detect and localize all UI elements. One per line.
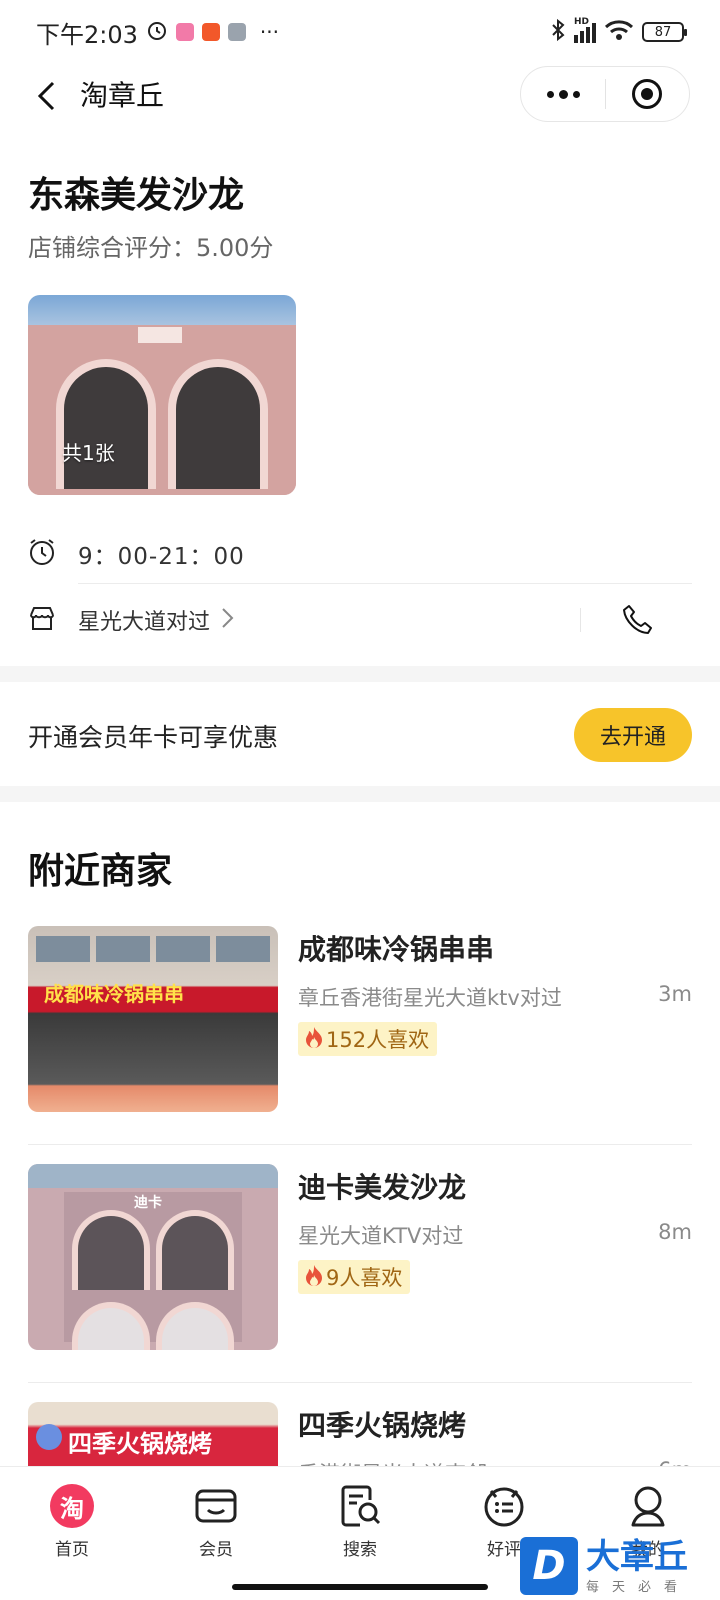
building-image (28, 325, 296, 495)
likes-badge: 9人喜欢 (298, 1260, 411, 1294)
tab-search[interactable]: 搜索 (288, 1467, 432, 1570)
section-gap (0, 786, 720, 802)
more-options-button[interactable] (521, 66, 605, 122)
search-doc-icon (337, 1483, 383, 1529)
member-promo-text: 开通会员年卡可享优惠 (28, 723, 279, 752)
watermark-subtitle: 每天必看 (586, 1579, 691, 1595)
good-review-icon (481, 1483, 527, 1529)
address-text: 星光大道对过 (78, 610, 211, 635)
profile-icon (625, 1483, 671, 1529)
shop-sign-text: 成都味冷锅串串 (44, 982, 184, 1006)
nearby-shop-item[interactable]: 成都味冷锅串串 成都味冷锅串串 章丘香港街星光大道ktv对过 3m 152人喜欢 (28, 926, 692, 1112)
tiktok-icon (227, 23, 246, 41)
shop-distance: 8m (658, 1220, 692, 1244)
tab-member[interactable]: 会员 (144, 1467, 288, 1570)
shop-rating: 店铺综合评分：5.00分 (28, 234, 274, 262)
shop-thumbnail: 成都味冷锅串串 (28, 926, 278, 1112)
shop-address: 章丘香港街星光大道ktv对过 (298, 986, 562, 1010)
member-card-icon (193, 1483, 239, 1529)
photo-count: 共1张 (62, 441, 115, 465)
clock-icon (28, 538, 56, 570)
likes-badge: 152人喜欢 (298, 1022, 438, 1056)
tab-label: 好评 (487, 1540, 521, 1560)
shop-address: 香港街星光大道南邻 (298, 1458, 487, 1466)
address-row[interactable]: 星光大道对过 (28, 596, 692, 644)
divider (28, 1144, 692, 1145)
app-notification-icon (201, 23, 220, 41)
tab-label: 搜索 (343, 1540, 377, 1560)
member-banner: 开通会员年卡可享优惠 去开通 (0, 684, 720, 784)
miniprogram-capsule (520, 66, 690, 122)
target-close-icon (632, 79, 663, 109)
tab-label: 首页 (55, 1540, 89, 1560)
shop-name: 迪卡美发沙龙 (298, 1171, 467, 1204)
shop-distance: 6m (658, 1458, 692, 1466)
fire-icon (304, 1263, 324, 1291)
app-notification-icon (175, 23, 194, 41)
shop-sign-text: 四季火锅烧烤 (68, 1430, 212, 1458)
status-time: 下午2:03 (36, 20, 138, 49)
back-button[interactable] (28, 78, 64, 114)
likes-count: 9人喜欢 (326, 1266, 403, 1290)
shop-thumbnail: 迪卡 (28, 1164, 278, 1350)
likes-count: 152人喜欢 (326, 1028, 430, 1052)
hd-label: HD (574, 17, 590, 27)
shop-name: 成都味冷锅串串 (298, 933, 495, 966)
shop-name: 四季火锅烧烤 (298, 1409, 467, 1442)
nearby-title: 附近商家 (28, 851, 173, 892)
nav-bar: 淘章丘 (0, 64, 720, 128)
tab-label: 会员 (199, 1540, 233, 1560)
shop-distance: 3m (658, 982, 692, 1006)
shop-photo[interactable]: 共1张 (28, 295, 296, 495)
store-icon (28, 604, 56, 636)
shop-sign-text: 迪卡 (134, 1195, 162, 1211)
shop-address: 星光大道KTV对过 (298, 1224, 464, 1248)
fire-icon (304, 1025, 324, 1053)
shop-name: 东森美发沙龙 (28, 175, 245, 216)
battery-icon: 87 (642, 22, 687, 42)
section-gap (0, 666, 720, 682)
nearby-shop-item[interactable]: 四季火锅烧烤 四季火锅烧烤 香港街星光大道南邻 6m (28, 1402, 692, 1466)
divider (78, 583, 692, 584)
hours-text: 9：00-21：00 (78, 544, 245, 570)
status-bar: 下午2:03 ··· HD 87 (0, 0, 720, 64)
watermark-logo: D 大章丘 每天必看 (520, 1532, 720, 1600)
watermark-title: 大章丘 (586, 1536, 688, 1577)
phone-icon (623, 605, 652, 634)
home-tao-icon: 淘 (49, 1483, 95, 1529)
watermark-logo-mark: D (520, 1537, 578, 1595)
open-membership-button[interactable]: 去开通 (574, 708, 692, 762)
phone-call-button[interactable] (618, 600, 658, 640)
chevron-right-icon (220, 606, 234, 634)
more-notifications: ··· (259, 20, 279, 44)
shop-thumbnail: 四季火锅烧烤 (28, 1402, 278, 1466)
nearby-shop-item[interactable]: 迪卡 迪卡美发沙龙 星光大道KTV对过 8m 9人喜欢 (28, 1164, 692, 1350)
signal-icon: HD (574, 17, 596, 43)
home-indicator[interactable] (232, 1584, 488, 1590)
wifi-icon (604, 19, 634, 45)
chevron-left-icon (37, 81, 55, 111)
divider (28, 1382, 692, 1383)
close-miniprogram-button[interactable] (606, 66, 689, 122)
page-title: 淘章丘 (80, 79, 165, 112)
bluetooth-icon (550, 18, 566, 46)
business-hours: 9：00-21：00 (28, 530, 692, 578)
tab-home[interactable]: 淘 首页 (0, 1467, 144, 1570)
alarm-icon (146, 19, 168, 45)
